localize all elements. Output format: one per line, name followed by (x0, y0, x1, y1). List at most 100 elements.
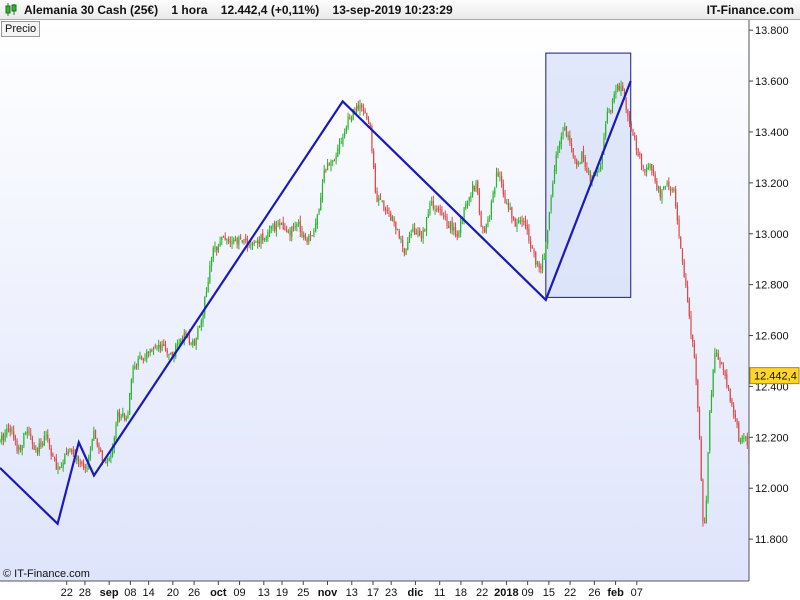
candle-body (396, 229, 399, 231)
candle-body (233, 239, 235, 242)
candle-body (123, 414, 126, 420)
candle-body (19, 447, 22, 450)
candle-body (381, 200, 383, 202)
time-tick-label: sep (100, 587, 119, 599)
candle-body (326, 163, 329, 170)
candle-body (442, 214, 445, 216)
candle-body (685, 277, 687, 286)
candle-body (16, 440, 18, 452)
candle-body (209, 265, 211, 283)
candle-body (156, 347, 158, 349)
candle-body (726, 374, 728, 387)
candle-body (333, 159, 336, 161)
candle-body (588, 170, 590, 173)
candle-body (38, 443, 40, 453)
candle-body (238, 237, 240, 245)
candle-body (432, 200, 434, 209)
candle-body (120, 416, 122, 418)
candle-body (170, 352, 172, 355)
candle-body (408, 234, 411, 243)
candle-body (130, 379, 132, 395)
candle-body (6, 428, 8, 435)
candle-body (400, 238, 402, 240)
candle-body (407, 241, 409, 250)
candle-body (378, 197, 380, 202)
candle-body (207, 282, 209, 292)
candle-body (673, 188, 675, 191)
candle-body (596, 171, 598, 176)
candle-body (581, 151, 583, 164)
candle-body (26, 431, 28, 434)
candle-body (359, 104, 361, 111)
candle-body (287, 231, 289, 233)
candle-body (274, 222, 276, 230)
candle-body (562, 131, 564, 136)
candle-body (610, 110, 612, 112)
candle-body (166, 349, 168, 354)
candle-body (555, 154, 557, 172)
candle-body (698, 409, 701, 439)
candle-body (2, 434, 5, 440)
time-tick-label: oct (210, 587, 227, 599)
candle-body (4, 433, 6, 441)
candle-body (272, 223, 274, 228)
candle-body (666, 183, 668, 185)
candle-body (23, 433, 25, 446)
candle-body (646, 167, 648, 172)
candle-body (639, 153, 641, 155)
candle-body (323, 170, 325, 183)
candle-body (449, 222, 452, 229)
candle-body (67, 451, 69, 455)
candle-body (176, 343, 179, 345)
candle-body (518, 220, 520, 223)
candle-body (243, 239, 245, 242)
candle-body (342, 137, 344, 145)
candle-body (598, 171, 600, 173)
candle-body (236, 238, 238, 244)
candle-body (347, 116, 349, 129)
candle-body (731, 399, 733, 406)
candle-body (422, 229, 424, 239)
candle-body (265, 237, 267, 241)
candle-body (468, 197, 470, 201)
candle-body (154, 346, 156, 348)
candle-body (499, 176, 501, 178)
price-tick-label: 12.200 (755, 432, 789, 444)
candle-body (210, 257, 213, 267)
candle-body (345, 127, 347, 132)
candle-body (147, 352, 150, 354)
candle-body (367, 120, 370, 124)
candle-body (35, 448, 37, 450)
candle-body (52, 453, 54, 457)
price-tick-label: 13.600 (755, 76, 789, 88)
candle-body (620, 86, 622, 92)
candle-body (437, 207, 440, 210)
candle-body (383, 200, 385, 211)
candle-body (328, 164, 330, 166)
candle-body (622, 85, 624, 91)
candle-body (158, 345, 160, 348)
time-tick-label: 09 (233, 587, 245, 599)
price-tick-label: 12.000 (755, 483, 789, 495)
candle-body (14, 436, 16, 441)
candle-body (149, 350, 151, 354)
candle-body (296, 223, 298, 227)
candle-body (688, 300, 690, 317)
candle-body (193, 341, 196, 346)
candle-body (487, 218, 489, 226)
price-chart[interactable]: 13.800 13.600 13.400 13.200 13.000 12.800 12.6… (0, 0, 800, 600)
candle-body (108, 458, 110, 461)
candle-body (678, 219, 680, 237)
candle-body (649, 164, 651, 168)
candle-body (533, 249, 535, 254)
candle-body (552, 183, 554, 196)
price-tick-label: 11.800 (755, 534, 788, 546)
candle-body (478, 192, 481, 214)
time-tick-label: 15 (543, 587, 555, 599)
candle-body (291, 227, 293, 237)
candle-body (262, 233, 264, 241)
candle-body (516, 222, 518, 227)
candle-body (282, 221, 284, 229)
time-tick-label: 09 (522, 587, 534, 599)
price-tick-label: 13.400 (755, 127, 789, 139)
